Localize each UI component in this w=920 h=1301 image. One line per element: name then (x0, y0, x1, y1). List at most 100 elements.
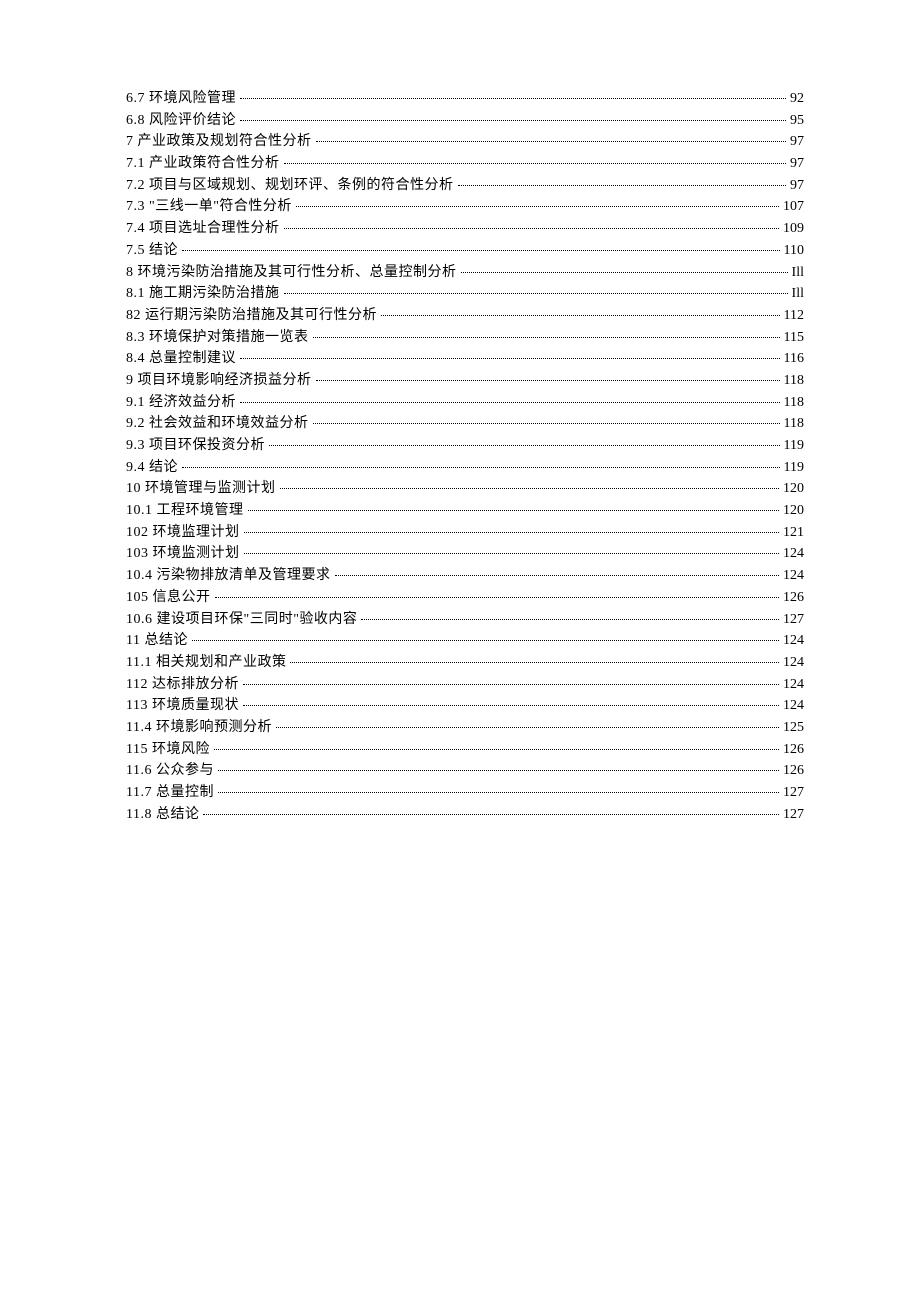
toc-entry-number: 7.5 (126, 240, 145, 262)
toc-leader-dots (335, 575, 780, 576)
toc-entry-text: 环境质量现状 (152, 698, 239, 713)
toc-entry-number: 103 (126, 543, 149, 565)
toc-entry-text: 总量控制建议 (149, 351, 236, 366)
toc-entry-title: 6.8 风险评价结论 (126, 110, 236, 132)
toc-entry-text: 环境监测计划 (153, 546, 240, 561)
toc-entry: 9.2 社会效益和环境效益分析118 (126, 413, 804, 435)
toc-entry-text: "三线一单"符合性分析 (149, 199, 292, 214)
toc-entry-page: 97 (790, 153, 804, 175)
toc-leader-dots (313, 337, 780, 338)
toc-entry: 103 环境监测计划124 (126, 543, 804, 565)
toc-entry-title: 7.3 "三线一单"符合性分析 (126, 196, 292, 218)
toc-entry-title: 9.4 结论 (126, 457, 178, 479)
toc-leader-dots (214, 749, 779, 750)
toc-entry-title: 10.6 建设项目环保"三同时"验收内容 (126, 609, 357, 631)
toc-entry-number: 8.1 (126, 283, 145, 305)
toc-entry: 9.3 项目环保投资分析 119 (126, 435, 804, 457)
toc-entry-title: 11.8 总结论 (126, 804, 199, 826)
toc-entry-page: 127 (783, 609, 804, 631)
toc-entry-page: 97 (790, 175, 804, 197)
toc-entry-number: 9.3 (126, 435, 145, 457)
toc-entry-text: 总结论 (144, 633, 188, 648)
toc-entry-title: 11.7 总量控制 (126, 782, 214, 804)
toc-entry-page: 116 (784, 348, 804, 370)
toc-entry-text: 环境污染防治措施及其可行性分析、总量控制分析 (138, 265, 457, 280)
toc-entry-title: 7.4 项目选址合理性分析 (126, 218, 280, 240)
toc-leader-dots (240, 358, 780, 359)
toc-entry-number: 9.4 (126, 457, 145, 479)
toc-leader-dots (243, 684, 779, 685)
toc-entry-number: 113 (126, 695, 148, 717)
toc-entry-title: 10.1 工程环境管理 (126, 500, 244, 522)
toc-entry-text: 环境监理计划 (153, 525, 240, 540)
toc-leader-dots (284, 228, 780, 229)
toc-entry: 7.1 产业政策符合性分析97 (126, 153, 804, 175)
toc-entry-title: 11.1 相关规划和产业政策 (126, 652, 286, 674)
toc-entry-page: 95 (790, 110, 804, 132)
toc-entry: 11.6 公众参与126 (126, 760, 804, 782)
toc-entry-number: 7.2 (126, 175, 145, 197)
toc-entry-title: 6.7 环境风险管理 (126, 88, 236, 110)
toc-entry: 11.1 相关规划和产业政策 124 (126, 652, 804, 674)
toc-entry-page: 115 (784, 327, 804, 349)
toc-entry-number: 8 (126, 262, 134, 284)
toc-entry-page: 118 (784, 370, 804, 392)
toc-leader-dots (244, 553, 780, 554)
toc-entry-number: 10.6 (126, 609, 153, 631)
toc-entry: 11.4 环境影响预测分析125 (126, 717, 804, 739)
toc-entry-text: 污染物排放清单及管理要求 (157, 568, 331, 583)
toc-entry-title: 9.3 项目环保投资分析 (126, 435, 265, 457)
toc-entry-number: 10.4 (126, 565, 153, 587)
toc-leader-dots (192, 640, 779, 641)
toc-entry-title: 102 环境监理计划 (126, 522, 240, 544)
toc-entry: 7.3 "三线一单"符合性分析 107 (126, 196, 804, 218)
toc-leader-dots (218, 770, 779, 771)
toc-leader-dots (203, 814, 779, 815)
toc-entry-page: 107 (783, 196, 804, 218)
toc-entry: 115 环境风险126 (126, 739, 804, 761)
toc-leader-dots (461, 272, 788, 273)
toc-leader-dots (182, 250, 780, 251)
toc-entry-text: 项目选址合理性分析 (149, 221, 280, 236)
toc-entry-page: 118 (784, 392, 804, 414)
toc-entry-number: 82 (126, 305, 141, 327)
toc-entry-number: 112 (126, 674, 148, 696)
toc-entry-title: 9.1 经济效益分析 (126, 392, 236, 414)
toc-entry-page: 120 (783, 478, 804, 500)
toc-entry-page: 119 (784, 435, 804, 457)
toc-entry-page: 124 (783, 695, 804, 717)
toc-entry-page: Ill (792, 262, 804, 284)
toc-entry: 8.4 总量控制建议116 (126, 348, 804, 370)
toc-leader-dots (280, 488, 780, 489)
toc-leader-dots (313, 423, 780, 424)
toc-leader-dots (243, 705, 779, 706)
toc-entry-page: 124 (783, 652, 804, 674)
toc-entry-title: 82 运行期污染防治措施及其可行性分析 (126, 305, 377, 327)
toc-entry-title: 7 产业政策及规划符合性分析 (126, 131, 312, 153)
toc-entry-text: 工程环境管理 (157, 503, 244, 518)
toc-leader-dots (240, 98, 786, 99)
toc-entry-number: 11.7 (126, 782, 152, 804)
toc-entry-title: 10.4 污染物排放清单及管理要求 (126, 565, 331, 587)
toc-entry-text: 达标排放分析 (152, 677, 239, 692)
toc-leader-dots (182, 467, 780, 468)
toc-entry-page: 121 (783, 522, 804, 544)
toc-entry-text: 总量控制 (156, 785, 214, 800)
toc-entry-text: 环境管理与监测计划 (145, 481, 276, 496)
toc-entry-number: 11.6 (126, 760, 152, 782)
toc-leader-dots (316, 141, 787, 142)
toc-leader-dots (218, 792, 779, 793)
toc-entry-title: 9.2 社会效益和环境效益分析 (126, 413, 309, 435)
toc-entry-number: 7.1 (126, 153, 145, 175)
toc-entry-number: 105 (126, 587, 149, 609)
toc-entry-number: 6.8 (126, 110, 145, 132)
toc-entry: 11.8 总结论127 (126, 804, 804, 826)
toc-entry-text: 施工期污染防治措施 (149, 286, 280, 301)
toc-entry-text: 项目环保投资分析 (149, 438, 265, 453)
toc-entry-title: 11.4 环境影响预测分析 (126, 717, 272, 739)
toc-entry-title: 112 达标排放分析 (126, 674, 239, 696)
toc-leader-dots (269, 445, 780, 446)
toc-leader-dots (290, 662, 779, 663)
toc-entry-text: 环境保护对策措施一览表 (149, 330, 309, 345)
toc-entry-number: 9 (126, 370, 134, 392)
